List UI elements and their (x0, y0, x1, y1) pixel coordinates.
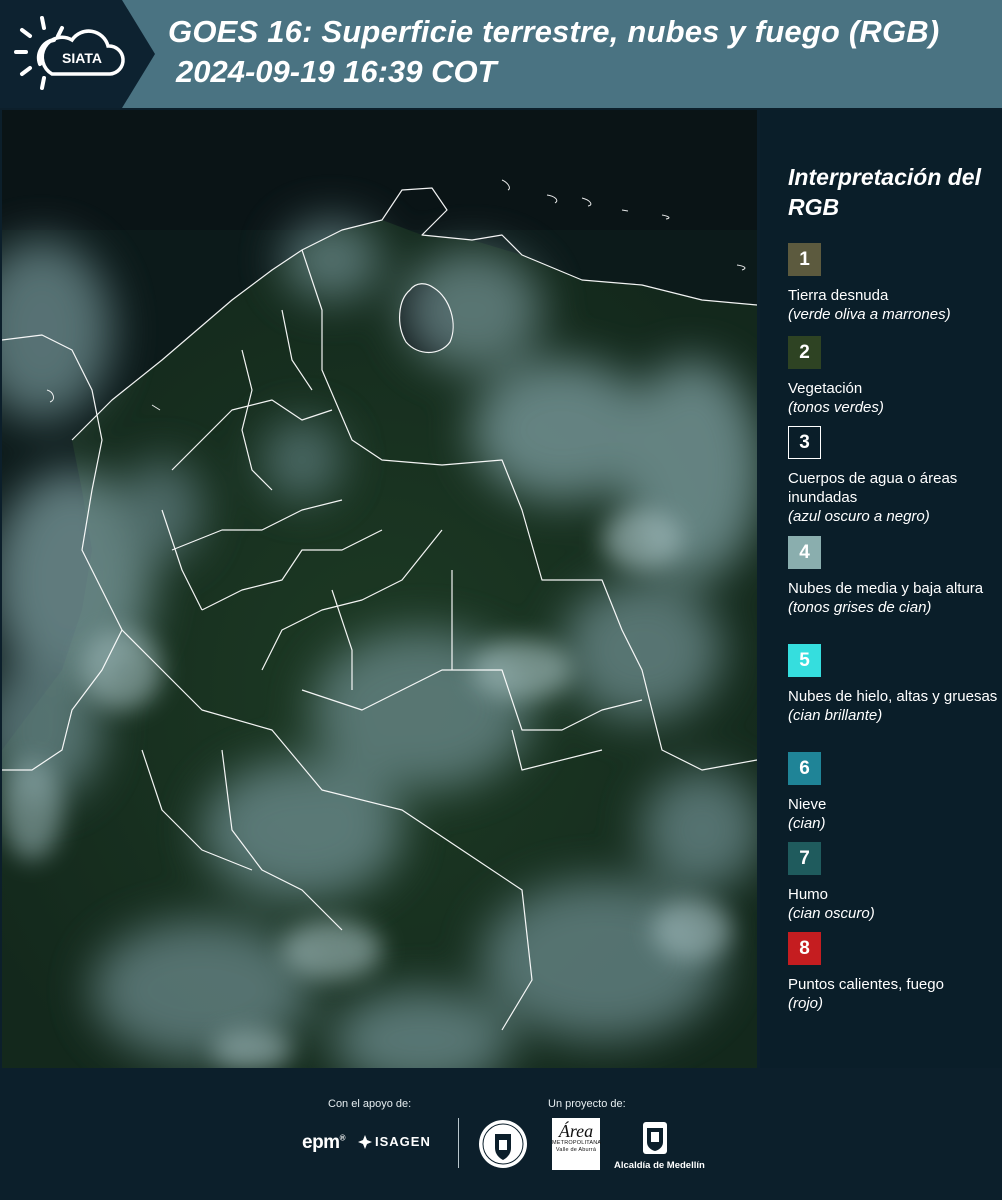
sun-cloud-icon: SIATA (14, 16, 125, 90)
project-label: Un proyecto de: (548, 1098, 626, 1110)
satellite-map (2, 110, 757, 1068)
footer-divider (458, 1118, 459, 1168)
footer: Con el apoyo de: Un proyecto de: epm® IS… (0, 1068, 1002, 1200)
legend-item-water: 3 Cuerpos de agua o áreas inundadas (azu… (788, 426, 998, 526)
legend-swatch: 8 (788, 932, 821, 965)
epm-logo: epm® (302, 1132, 346, 1153)
legend-swatch: 7 (788, 842, 821, 875)
area-metropolitana-logo: Área METROPOLITANA Valle de Aburrá (552, 1118, 601, 1170)
legend-swatch: 6 (788, 752, 821, 785)
legend-panel: Interpretación del RGB 1 Tierra desnuda … (760, 110, 1002, 1068)
legend-item-snow: 6 Nieve (cian) (788, 752, 998, 833)
support-label: Con el apoyo de: (328, 1098, 412, 1110)
isagen-mark-icon (358, 1134, 372, 1149)
legend-item-fire: 8 Puntos calientes, fuego (rojo) (788, 932, 998, 1013)
siata-logo: SIATA (0, 0, 155, 108)
isagen-logo: ISAGEN (358, 1134, 431, 1149)
satellite-rgb-map-icon (2, 110, 757, 1068)
university-seal-icon (479, 1120, 527, 1168)
legend-swatch: 2 (788, 336, 821, 369)
legend-item-vegetation: 2 Vegetación (tonos verdes) (788, 336, 998, 417)
legend-item-bare-soil: 1 Tierra desnuda (verde oliva a marrones… (788, 243, 998, 324)
legend-swatch: 4 (788, 536, 821, 569)
legend-swatch: 1 (788, 243, 821, 276)
svg-text:SIATA: SIATA (62, 50, 102, 66)
legend-swatch: 5 (788, 644, 821, 677)
medellin-crest-icon (643, 1122, 667, 1154)
page-title: GOES 16: Superficie terrestre, nubes y f… (168, 14, 940, 49)
image-datetime: 2024-09-19 16:39 COT (176, 54, 497, 89)
legend-item-low-clouds: 4 Nubes de media y baja altura (tonos gr… (788, 536, 998, 617)
legend-title: Interpretación del RGB (788, 164, 981, 220)
header: SIATA GOES 16: Superficie terrestre, nub… (0, 0, 1002, 108)
legend-item-ice-clouds: 5 Nubes de hielo, altas y gruesas (cian … (788, 644, 998, 725)
legend-item-smoke: 7 Humo (cian oscuro) (788, 842, 998, 923)
alcaldia-medellin-label: Alcaldía de Medellín (614, 1160, 705, 1171)
legend-swatch: 3 (788, 426, 821, 459)
